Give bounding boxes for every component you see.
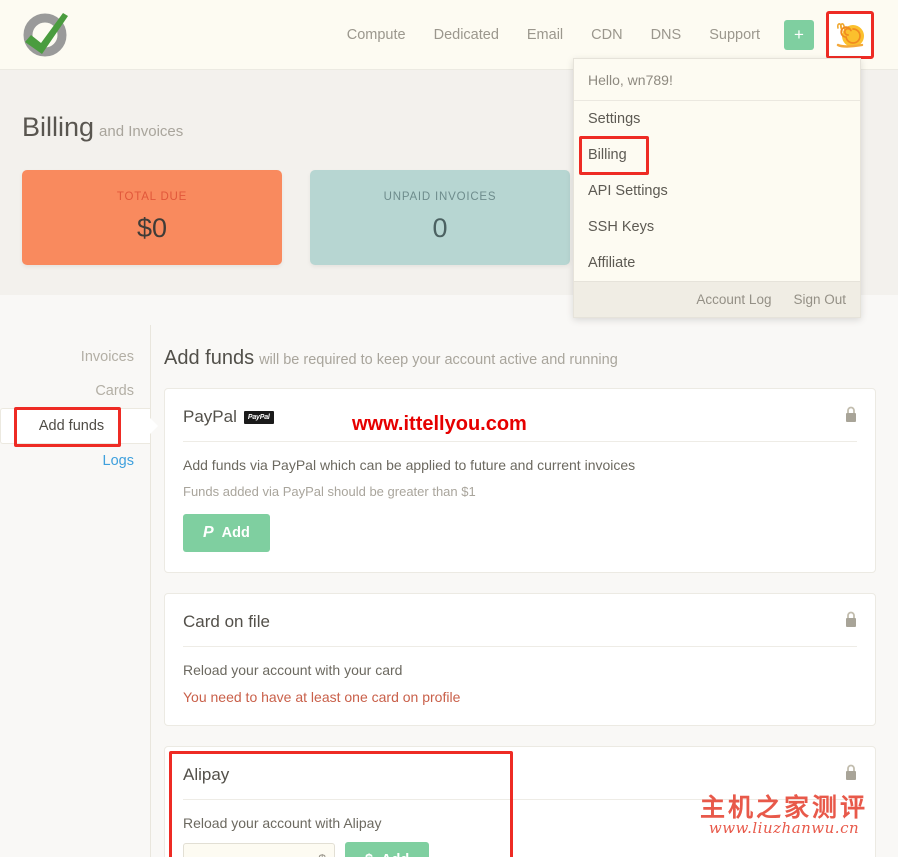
sidebar-item-label: Add funds — [38, 418, 105, 434]
sidebar-item-cards[interactable]: Cards — [85, 374, 150, 408]
dropdown-item-settings[interactable]: Settings — [574, 101, 860, 137]
account-log-link[interactable]: Account Log — [696, 292, 771, 307]
paypal-add-button[interactable]: P Add — [183, 514, 270, 552]
dropdown-item-billing[interactable]: Billing — [574, 136, 860, 175]
nav-link-compute[interactable]: Compute — [333, 0, 420, 70]
lock-icon — [846, 764, 856, 780]
paypal-add-label: Add — [221, 525, 250, 541]
dropdown-item-label: SSH Keys — [588, 219, 655, 235]
watermark-liuzhanwu: 主机之家测评 www.liuzhanwu.cn — [700, 793, 869, 838]
sidebar-item-label: Invoices — [80, 349, 134, 365]
lock-icon — [846, 406, 856, 422]
stat-label: UNPAID INVOICES — [383, 191, 497, 203]
stat-card-total-due: TOTAL DUE $0 — [22, 170, 282, 265]
nav-link-dedicated[interactable]: Dedicated — [420, 0, 513, 70]
section-heading-main: Add funds — [164, 347, 255, 369]
sidebar-item-add-funds[interactable]: Add funds — [0, 407, 158, 447]
page-title: Billing and Invoices — [22, 112, 183, 143]
dropdown-item-label: Affiliate — [588, 255, 636, 271]
paypal-description: Add funds via PayPal which can be applie… — [183, 457, 636, 473]
dropdown-item-ssh-keys[interactable]: SSH Keys — [574, 209, 860, 245]
vultr-logo-icon — [23, 12, 68, 56]
alipay-amount-input[interactable] — [183, 843, 335, 857]
paypal-title: PayPal — [183, 407, 237, 426]
add-funds-panel-area: Add funds will be required to keep your a… — [164, 295, 876, 857]
vertical-divider — [150, 325, 151, 857]
dropdown-item-api-settings[interactable]: API Settings — [574, 173, 860, 209]
dropdown-item-label: Billing — [588, 147, 627, 163]
sidebar-item-invoices[interactable]: Invoices — [71, 340, 150, 374]
alipay-add-button[interactable]: $ Add — [345, 842, 430, 857]
nav-link-email[interactable]: Email — [513, 0, 577, 70]
account-avatar-button[interactable] — [826, 10, 874, 59]
card-on-file-header: Card on file — [183, 612, 857, 647]
sidebar-item-label: Logs — [102, 453, 134, 469]
plus-icon: + — [794, 25, 804, 44]
card-on-file-card: Card on file Reload your account with yo… — [164, 593, 876, 726]
sign-out-link[interactable]: Sign Out — [793, 292, 846, 307]
card-on-file-warning: You need to have at least one card on pr… — [183, 689, 461, 705]
watermark-cn-url: www.liuzhanwu.cn — [708, 819, 860, 838]
site-logo[interactable] — [0, 0, 90, 70]
billing-sidebar: Invoices Cards Add funds Logs — [0, 340, 158, 478]
stat-card-unpaid-invoices: UNPAID INVOICES 0 — [310, 170, 570, 265]
dropdown-greeting: Hello, wn789! — [574, 59, 860, 101]
stat-value: $0 — [136, 213, 168, 243]
paypal-note: Funds added via PayPal should be greater… — [183, 484, 476, 499]
billing-content-area: Invoices Cards Add funds Logs Add funds w… — [0, 295, 898, 857]
page-title-sub: and Invoices — [99, 123, 184, 140]
alipay-amount-wrapper: $ — [183, 843, 335, 857]
stat-value: 0 — [432, 213, 448, 243]
card-on-file-title: Card on file — [183, 612, 270, 631]
alipay-title: Alipay — [183, 765, 230, 784]
dollar-icon: $ — [365, 852, 373, 857]
account-dropdown-menu: Hello, wn789! Settings Billing API Setti… — [573, 58, 861, 318]
page-title-main: Billing — [22, 112, 95, 142]
sidebar-item-label: Cards — [95, 383, 134, 399]
snail-icon — [836, 22, 864, 48]
paypal-badge-icon: PayPal — [243, 410, 274, 424]
dropdown-item-affiliate[interactable]: Affiliate — [574, 245, 860, 281]
sidebar-item-logs[interactable]: Logs — [93, 444, 150, 478]
alipay-amount-row: $ $ Add — [183, 842, 857, 857]
dropdown-item-label: API Settings — [588, 183, 668, 199]
section-heading-sub: will be required to keep your account ac… — [259, 352, 618, 368]
lock-icon — [846, 611, 856, 627]
paypal-p-icon: P — [203, 524, 214, 541]
dropdown-item-label: Settings — [588, 111, 641, 127]
add-new-button[interactable]: + — [784, 19, 814, 50]
stat-label: TOTAL DUE — [116, 191, 188, 203]
watermark-cn-title: 主机之家测评 — [700, 793, 869, 822]
watermark-ittellyou: www.ittellyou.com — [352, 413, 527, 435]
alipay-add-label: Add — [381, 852, 409, 857]
dropdown-footer: Account Log Sign Out — [574, 281, 860, 317]
card-on-file-description: Reload your account with your card — [183, 662, 403, 678]
